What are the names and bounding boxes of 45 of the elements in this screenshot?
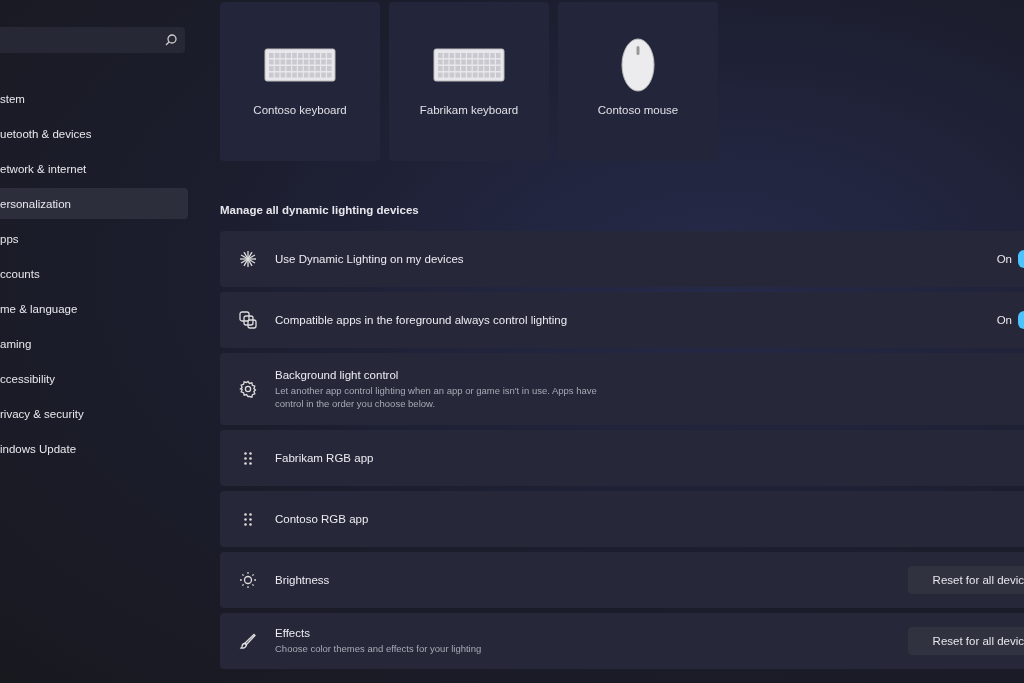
device-name: Contoso keyboard [253, 104, 347, 116]
nav-item[interactable]: indows Update [0, 433, 188, 464]
setting-title: Effects [275, 627, 311, 639]
reset-button[interactable]: Reset for all devic [907, 566, 1024, 594]
settings-icon [239, 380, 257, 398]
setting-title: Background light control [275, 368, 400, 381]
sun-icon [239, 571, 257, 589]
device-name: Contoso mouse [597, 104, 679, 116]
nav-item[interactable]: me & language [0, 293, 188, 324]
search-icon [165, 34, 177, 46]
nav-item[interactable]: pps [0, 223, 188, 254]
state-label: On [996, 253, 1012, 265]
toggle-switch[interactable] [1018, 250, 1024, 268]
setting-description: Let another app control lighting when an app or game isn't in use. Apps have control in the order you choose below. [275, 383, 598, 410]
mouse-icon [621, 38, 655, 92]
setting-title: Fabrikam RGB app [275, 452, 375, 464]
nav-item[interactable]: uetooth & devices [0, 118, 188, 149]
state-label: On [996, 314, 1012, 326]
nav-item[interactable]: aming [0, 328, 188, 359]
device-card[interactable]: Contoso keyboard [220, 2, 380, 161]
device-card[interactable]: Contoso mouse [558, 2, 718, 161]
setting-title: Use Dynamic Lighting on my devices [275, 253, 465, 265]
section-title: Manage all dynamic lighting devices [220, 204, 420, 216]
reset-button[interactable]: Reset for all devic [907, 627, 1024, 655]
drag-handle-icon[interactable] [244, 512, 252, 526]
drag-handle-icon[interactable] [244, 451, 252, 465]
nav-item[interactable]: ersonalization [0, 188, 188, 219]
brush-icon [239, 632, 257, 650]
setting-title: Contoso RGB app [275, 513, 370, 525]
setting-description: Choose color themes and effects for your lighting [275, 642, 483, 655]
overlapping-squares-icon [239, 311, 257, 329]
keyboard-icon [264, 48, 336, 82]
setting-title: Brightness [275, 574, 331, 586]
nav-item[interactable]: etwork & internet [0, 153, 188, 184]
keyboard-icon [433, 48, 505, 82]
nav-item[interactable]: stem [0, 83, 188, 114]
device-name: Fabrikam keyboard [419, 104, 519, 116]
toggle-switch[interactable] [1018, 311, 1024, 329]
nav-item[interactable]: ccessibility [0, 363, 188, 394]
sparkle-icon [239, 250, 257, 268]
device-card[interactable]: Fabrikam keyboard [389, 2, 549, 161]
search-field[interactable] [0, 27, 185, 53]
setting-title: Compatible apps in the foreground always control lighting [275, 314, 569, 326]
nav-item[interactable]: rivacy & security [0, 398, 188, 429]
nav-item[interactable]: ccounts [0, 258, 188, 289]
